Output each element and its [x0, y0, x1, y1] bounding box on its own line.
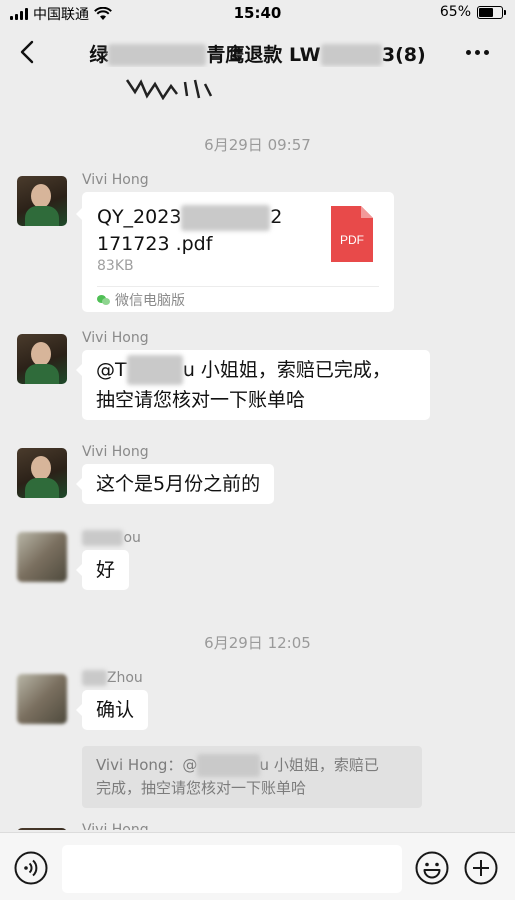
voice-icon[interactable]	[14, 851, 48, 885]
mention-prefix: @T	[96, 359, 127, 381]
redacted-text: xxxxxxxx	[108, 44, 207, 66]
pdf-file-icon: PDF	[331, 206, 373, 262]
message-bubble[interactable]: 确认	[75, 690, 149, 730]
sticker-remnant	[125, 79, 213, 100]
redacted-text: xxxxx	[82, 530, 124, 546]
avatar[interactable]	[17, 674, 67, 724]
quote-text: Vivi Hong：@	[96, 756, 198, 774]
avatar[interactable]	[17, 448, 67, 498]
chevron-left-icon[interactable]	[14, 38, 42, 66]
avatar[interactable]	[17, 532, 67, 582]
sender-name: xxxZhou	[82, 670, 143, 686]
file-source-label: 微信电脑版	[115, 293, 185, 309]
quote-text: u 小姐姐，索赔已	[259, 756, 379, 774]
timestamp: 6月29日 09:57	[204, 136, 311, 154]
quote-text: 完成，抽空请您核对一下账单哈	[96, 779, 307, 797]
message-bubble[interactable]: 好	[75, 550, 130, 590]
avatar[interactable]	[17, 334, 67, 384]
message-bubble[interactable]: 这个是5月份之前的	[75, 464, 275, 504]
pdf-label: PDF	[340, 233, 364, 247]
sender-name: Vivi Hong	[82, 444, 149, 460]
redacted-text: xxxxxxxxxx	[181, 205, 271, 231]
message-input[interactable]	[62, 845, 402, 893]
chat-area[interactable]: 6月29日 09:57 Vivi Hong QY_2023xxxxxxxxxx2…	[0, 78, 515, 830]
file-card[interactable]: QY_2023xxxxxxxxxx2 171723 .pdf 83KB PDF …	[76, 192, 394, 312]
input-bar	[0, 832, 515, 900]
ellipsis-icon[interactable]	[466, 50, 489, 55]
timestamp: 6月29日 12:05	[204, 634, 311, 652]
plus-icon[interactable]	[464, 851, 498, 885]
sender-name: xxxxxou	[82, 530, 141, 546]
message-text: u 小姐姐，索赔已完成，	[182, 359, 391, 381]
avatar[interactable]	[17, 828, 67, 830]
title-mid: 青鹰退款 LW	[206, 44, 321, 66]
divider	[97, 286, 379, 287]
file-name: QY_2023xxxxxxxxxx2 171723 .pdf	[97, 204, 317, 257]
redacted-text: xxxxx	[126, 355, 183, 385]
title-suffix: 3(8)	[381, 44, 426, 66]
sender-suffix: ou	[123, 530, 141, 546]
status-time: 15:40	[233, 4, 282, 22]
quoted-message[interactable]: Vivi Hong：@xxxxxxxu 小姐姐，索赔已 完成，抽空请您核对一下账…	[82, 746, 422, 808]
wechat-icon	[97, 294, 110, 306]
battery-level	[479, 7, 494, 17]
emoji-icon[interactable]	[415, 851, 449, 885]
file-name-line2: 171723 .pdf	[97, 233, 213, 255]
message-text: 这个是5月份之前的	[96, 473, 261, 495]
file-name-start: QY_2023	[97, 206, 182, 228]
sender-name: Vivi Hong	[82, 822, 149, 830]
status-bar: 中国联通 15:40 65%	[0, 0, 515, 26]
file-source: 微信电脑版	[97, 290, 185, 310]
file-name-end: 2	[270, 206, 283, 228]
redacted-text: xxxxxxx	[197, 754, 260, 777]
chat-title: 绿xxxxxxxx青鹰退款 LWxxxxx3(8)	[70, 40, 445, 67]
battery-percent: 65%	[439, 4, 471, 20]
redacted-text: xxxxx	[320, 44, 382, 66]
title-prefix: 绿	[89, 44, 109, 66]
sender-name: Vivi Hong	[82, 330, 149, 346]
file-size: 83KB	[97, 258, 134, 274]
redacted-text: xxx	[82, 670, 107, 686]
message-text: 好	[96, 559, 116, 581]
message-text: 确认	[96, 699, 135, 721]
message-text: 抽空请您核对一下账单哈	[96, 389, 306, 411]
status-right: 65%	[439, 4, 506, 20]
nav-bar: 绿xxxxxxxx青鹰退款 LWxxxxx3(8)	[0, 26, 515, 78]
sender-suffix: Zhou	[106, 670, 143, 686]
sender-name: Vivi Hong	[82, 172, 149, 188]
battery-icon	[477, 5, 506, 19]
avatar[interactable]	[17, 176, 67, 226]
message-bubble[interactable]: @Txxxxxu 小姐姐，索赔已完成， 抽空请您核对一下账单哈	[76, 350, 430, 420]
